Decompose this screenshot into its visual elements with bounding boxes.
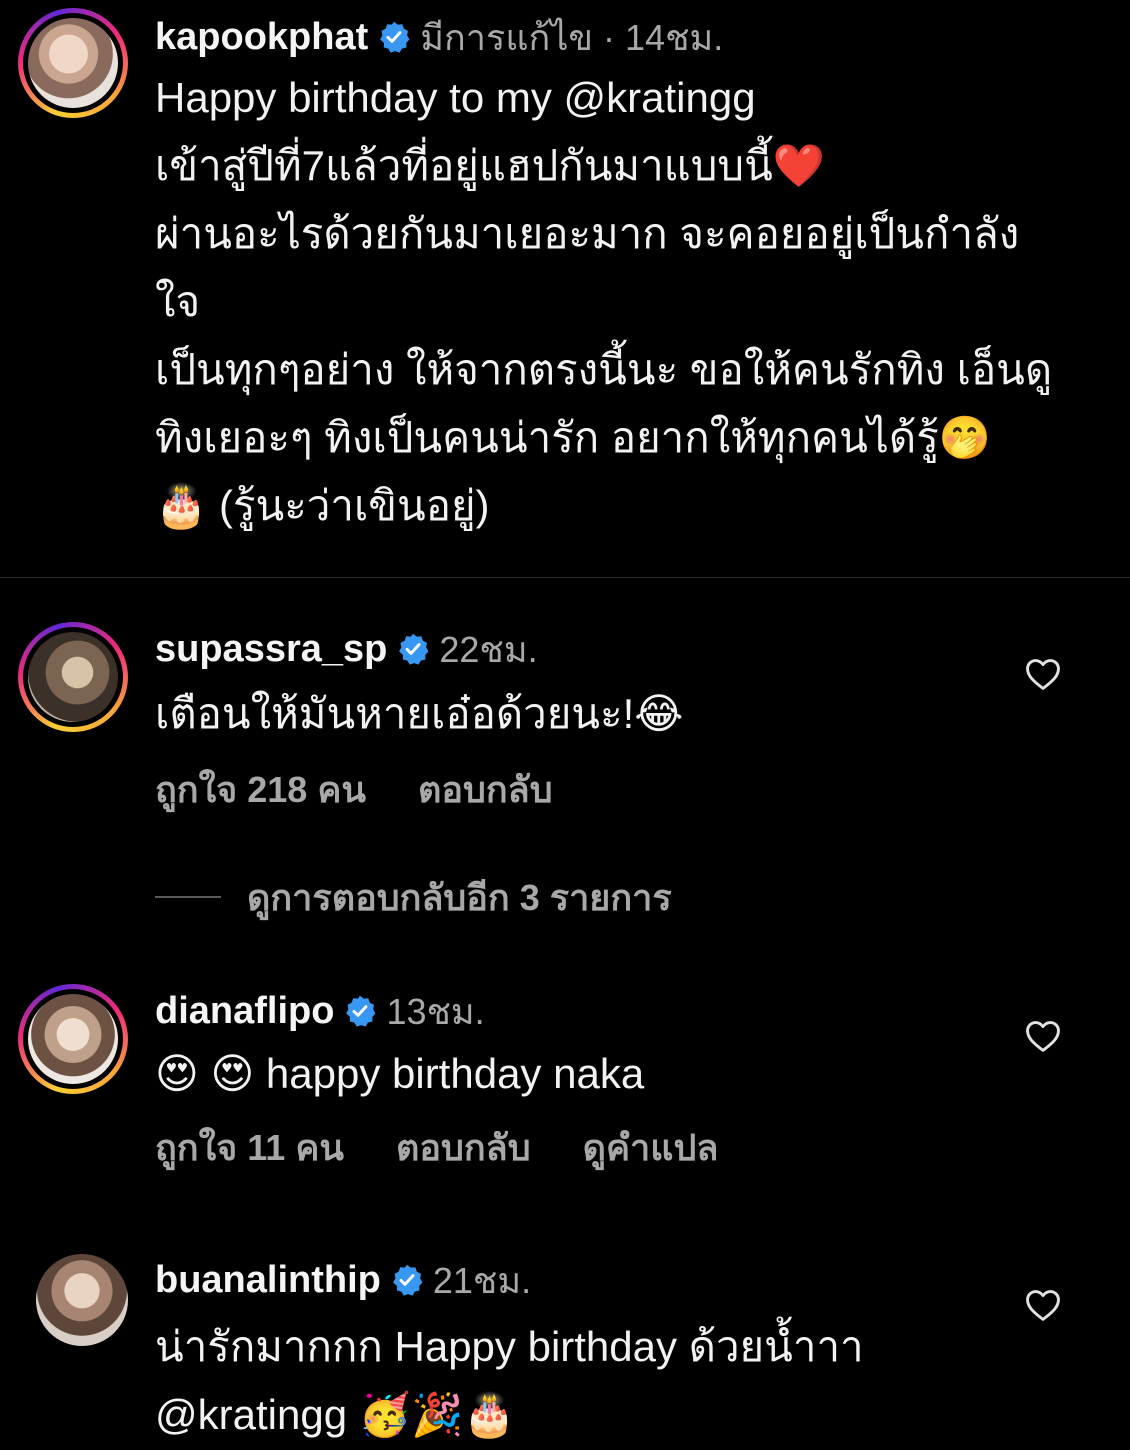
likes-count[interactable]: ถูกใจ 11 คน xyxy=(155,1119,344,1176)
comment-text: เตือนให้มันหายเอ๋อด้วยนะ!😂 xyxy=(155,680,1015,748)
comment-line: @kratingg 🥳🎉🎂 xyxy=(155,1391,516,1438)
comment-text: น่ารักมากกก Happy birthday ด้วยน้ำาา @kr… xyxy=(155,1313,1015,1449)
heart-outline-icon[interactable] xyxy=(1024,1288,1062,1322)
verified-badge-icon xyxy=(346,995,376,1027)
caption-line: เป็นทุกๆอย่าง ให้จากตรงนี้นะ ขอให้คนรักท… xyxy=(155,346,1053,393)
divider xyxy=(0,577,1130,578)
avatar[interactable] xyxy=(18,984,128,1094)
comment-line: 😍 😍 happy birthday naka xyxy=(155,1050,645,1097)
caption-line: ทิงเยอะๆ ทิงเป็นคนน่ารัก อยากให้ทุกคนได้… xyxy=(155,414,992,461)
comment-time: 13ชม. xyxy=(386,990,485,1032)
caption-header: kapookphat มีการแก้ไข · 14ชม. xyxy=(155,12,723,62)
comment-actions: ถูกใจ 218 คน ตอบกลับ xyxy=(155,764,553,814)
verified-badge-icon xyxy=(392,1264,423,1296)
verified-badge-icon xyxy=(380,21,410,53)
comment-text: 😍 😍 happy birthday naka xyxy=(155,1040,1015,1108)
comment-line: เตือนให้มันหายเอ๋อด้วยนะ!😂 xyxy=(155,690,684,737)
heart-outline-icon[interactable] xyxy=(1024,1019,1062,1053)
caption-line: ใจ xyxy=(155,278,201,325)
caption-line: 🎂 (รู้นะว่าเขินอยู่) xyxy=(155,482,490,529)
caption-line: ผ่านอะไรด้วยกันมาเยอะมาก จะคอยอยู่เป็นกำ… xyxy=(155,210,1020,257)
comment-header: dianaflipo 13ชม. xyxy=(155,986,485,1036)
view-replies-button[interactable]: ดูการตอบกลับอีก 3 รายการ xyxy=(155,872,672,922)
comment-header: buanalinthip 21ชม. xyxy=(155,1255,531,1305)
avatar[interactable] xyxy=(36,1254,128,1346)
verified-badge-icon xyxy=(399,633,429,665)
caption-text: Happy birthday to my @kratingg เข้าสู่ปี… xyxy=(155,64,1105,540)
post-meta: มีการแก้ไข · 14ชม. xyxy=(420,16,724,58)
comment-line: น่ารักมากกก Happy birthday ด้วยน้ำาา xyxy=(155,1323,864,1370)
caption-line: Happy birthday to my @kratingg xyxy=(155,74,756,121)
likes-count[interactable]: ถูกใจ 218 คน xyxy=(155,761,366,818)
username[interactable]: kapookphat xyxy=(155,16,368,59)
comment-time: 21ชม. xyxy=(432,1259,532,1301)
avatar[interactable] xyxy=(18,8,128,118)
username[interactable]: dianaflipo xyxy=(155,990,334,1033)
caption-line: เข้าสู่ปีที่7แล้วที่อยู่แฮปกันมาแบบนี้❤️ xyxy=(155,142,826,189)
comment-header: supassra_sp 22ชม. xyxy=(155,624,538,674)
avatar[interactable] xyxy=(18,622,128,732)
username[interactable]: buanalinthip xyxy=(155,1259,381,1302)
heart-outline-icon[interactable] xyxy=(1024,657,1062,691)
view-replies-label: ดูการตอบกลับอีก 3 รายการ xyxy=(247,876,672,918)
translate-button[interactable]: ดูคำแปล xyxy=(583,1119,719,1176)
comment-actions: ถูกใจ 11 คน ตอบกลับ ดูคำแปล xyxy=(155,1122,718,1172)
username[interactable]: supassra_sp xyxy=(155,628,387,671)
reply-button[interactable]: ตอบกลับ xyxy=(418,761,553,818)
comment-time: 22ชม. xyxy=(439,628,538,670)
reply-button[interactable]: ตอบกลับ xyxy=(396,1119,531,1176)
divider-dash xyxy=(155,896,221,898)
